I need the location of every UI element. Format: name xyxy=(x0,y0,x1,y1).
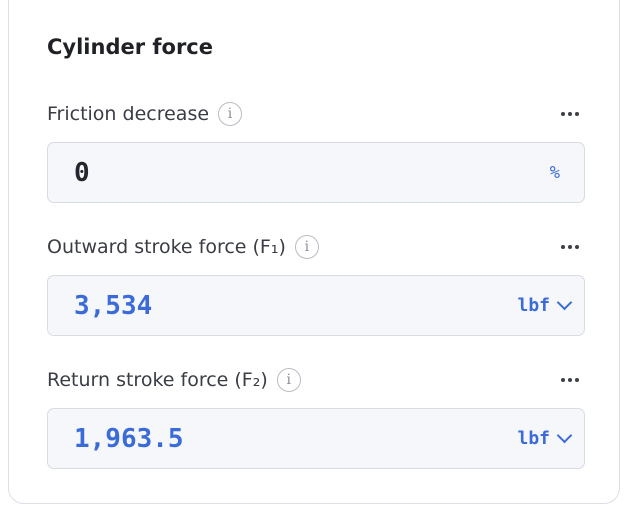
chevron-down-icon[interactable] xyxy=(556,294,573,311)
info-icon[interactable]: i xyxy=(276,368,301,392)
friction-decrease-input[interactable]: 0 % xyxy=(47,142,585,203)
info-icon[interactable]: i xyxy=(294,235,319,259)
outward-stroke-force-field: Outward stroke force (F₁) i 3,534 lbf xyxy=(47,233,585,336)
field-header: Friction decrease i xyxy=(47,100,585,128)
friction-decrease-label: Friction decrease xyxy=(47,103,210,125)
unit-selector[interactable]: lbf xyxy=(517,427,584,449)
outward-stroke-force-input[interactable]: 3,534 lbf xyxy=(47,275,585,336)
unit-label: % xyxy=(549,162,560,183)
friction-decrease-value[interactable]: 0 xyxy=(48,160,90,186)
return-stroke-force-label: Return stroke force (F₂) xyxy=(47,369,268,391)
return-stroke-force-field: Return stroke force (F₂) i 1,963.5 lbf xyxy=(47,366,585,469)
friction-decrease-field: Friction decrease i 0 % xyxy=(47,100,585,203)
cylinder-force-card: Cylinder force Friction decrease i 0 % O… xyxy=(8,0,620,504)
percent-unit: % xyxy=(550,163,584,183)
field-header: Outward stroke force (F₁) i xyxy=(47,233,585,261)
more-options-icon[interactable] xyxy=(561,245,579,249)
card-title: Cylinder force xyxy=(47,35,214,59)
unit-selector[interactable]: lbf xyxy=(517,294,584,316)
chevron-down-icon[interactable] xyxy=(556,427,573,444)
unit-label: lbf xyxy=(517,295,550,316)
outward-stroke-force-label: Outward stroke force (F₁) xyxy=(47,236,286,258)
more-options-icon[interactable] xyxy=(561,112,579,116)
return-stroke-force-value[interactable]: 1,963.5 xyxy=(48,426,184,452)
unit-label: lbf xyxy=(517,428,550,449)
outward-stroke-force-value[interactable]: 3,534 xyxy=(48,293,152,319)
return-stroke-force-input[interactable]: 1,963.5 lbf xyxy=(47,408,585,469)
more-options-icon[interactable] xyxy=(561,378,579,382)
info-icon[interactable]: i xyxy=(218,102,243,126)
field-header: Return stroke force (F₂) i xyxy=(47,366,585,394)
